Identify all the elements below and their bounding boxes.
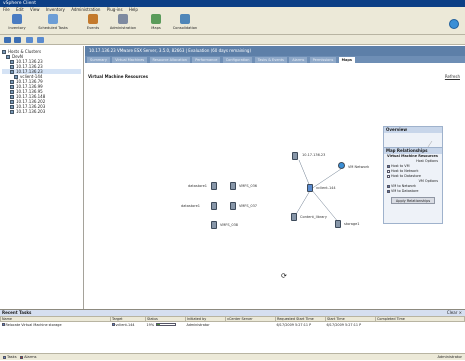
menu-edit[interactable]: Edit (16, 7, 24, 12)
datastore-icon (335, 220, 341, 228)
task-target: vclient-144 (111, 322, 146, 328)
task-progress-bar (156, 323, 177, 327)
back-icon[interactable] (4, 37, 11, 43)
checkbox-checked[interactable] (387, 184, 390, 188)
vmware-logo-icon (449, 19, 459, 29)
tasks-icon (3, 355, 6, 359)
clear-tasks-button[interactable]: Clear × (447, 310, 462, 315)
administration-button[interactable]: Administration (108, 14, 138, 30)
title-bar: vSphere Client (0, 0, 465, 7)
refresh-link[interactable]: Refresh (445, 74, 460, 79)
events-icon (88, 14, 98, 24)
host-header: 10.17.136.23 VMware ESX Server, 3.5.0, 8… (85, 46, 465, 56)
datastore-icon (211, 202, 217, 210)
tasks-table: Name Target Status Initiated by vCenter … (0, 316, 465, 328)
datastore-icon (230, 182, 236, 190)
task-completed-time (376, 322, 465, 328)
task-progress-fill (157, 324, 161, 326)
task-vcenter (226, 322, 276, 328)
scheduled-tasks-icon (48, 14, 58, 24)
datastore-icon (211, 182, 217, 190)
datastore-icon (211, 221, 217, 229)
vm-icon (307, 184, 313, 192)
apply-relationships-button[interactable]: Apply Relationships (391, 197, 435, 204)
tasks-status-button[interactable]: Tasks (3, 355, 17, 359)
edge-content-library (294, 188, 312, 217)
datastore-icon (291, 213, 297, 221)
vm-icon (111, 323, 115, 327)
alarms-icon (20, 355, 24, 359)
menu-help[interactable]: Help (129, 7, 138, 12)
administration-icon (118, 14, 128, 24)
menu-inventory[interactable]: Inventory (46, 7, 65, 12)
host-icon (10, 110, 14, 114)
new-vm-icon[interactable] (37, 37, 44, 43)
menu-view[interactable]: View (30, 7, 40, 12)
task-requested-start: 6/17/2009 5:27:11 P (276, 322, 312, 327)
checkbox-checked[interactable] (387, 164, 390, 168)
network-icon (338, 162, 345, 169)
forward-icon[interactable] (14, 37, 21, 43)
inventory-button[interactable]: Inventory (2, 14, 32, 30)
checkbox[interactable] (387, 174, 390, 178)
main-toolbar: Inventory Scheduled Tasks Events Adminis… (0, 13, 465, 35)
events-button[interactable]: Events (78, 14, 108, 30)
datastore-icon (230, 202, 236, 210)
checkbox[interactable] (387, 169, 390, 173)
navigation-bar (0, 35, 465, 45)
table-row[interactable]: Relocate Virtual Machine storage vclient… (1, 322, 465, 328)
tree-item[interactable]: 10.17.136.203 (2, 109, 81, 114)
consolidation-button[interactable]: Consolidation (170, 14, 200, 30)
task-start-time: 6/17/2009 5:27:11 P (326, 322, 362, 327)
tab-bar: Summary Virtual Machines Resource Alloca… (85, 56, 465, 63)
status-bar: Tasks Alarms Administrator (0, 353, 465, 360)
inventory-icon (12, 14, 22, 24)
mouse-cursor-icon: ⟳ (281, 272, 287, 280)
recent-tasks-panel: Recent Tasks Clear × Name Target Status … (0, 309, 465, 353)
menu-plugins[interactable]: Plug-ins (107, 7, 123, 12)
map-canvas[interactable]: Virtual Machine Resources Refresh 10.17.… (85, 63, 465, 309)
task-status: 19% (146, 322, 186, 328)
add-host-icon[interactable] (26, 37, 33, 43)
consolidation-icon (180, 14, 190, 24)
task-icon (1, 323, 5, 327)
maps-button[interactable]: Maps (141, 14, 171, 30)
checkbox-checked[interactable] (387, 189, 390, 193)
option-vm-to-datastore[interactable]: VM to Datastore (384, 189, 442, 194)
menu-file[interactable]: File (3, 7, 10, 12)
maps-icon (151, 14, 161, 24)
task-name: Relocate Virtual Machine storage (1, 322, 111, 328)
task-initiated-by: Administrator (186, 322, 210, 327)
scheduled-tasks-button[interactable]: Scheduled Tasks (38, 14, 68, 30)
inventory-tree: Hosts & Clusters DevN 10.17.136.23 10.17… (0, 46, 84, 309)
window-title: vSphere Client (3, 1, 36, 6)
host-icon (292, 152, 298, 160)
content-pane: 10.17.136.23 VMware ESX Server, 3.5.0, 8… (85, 46, 465, 309)
map-relationships-panel: Map Relationships Virtual Machine Resour… (383, 147, 443, 224)
menu-administration[interactable]: Administration (71, 7, 100, 12)
alarms-status-button[interactable]: Alarms (20, 355, 37, 359)
